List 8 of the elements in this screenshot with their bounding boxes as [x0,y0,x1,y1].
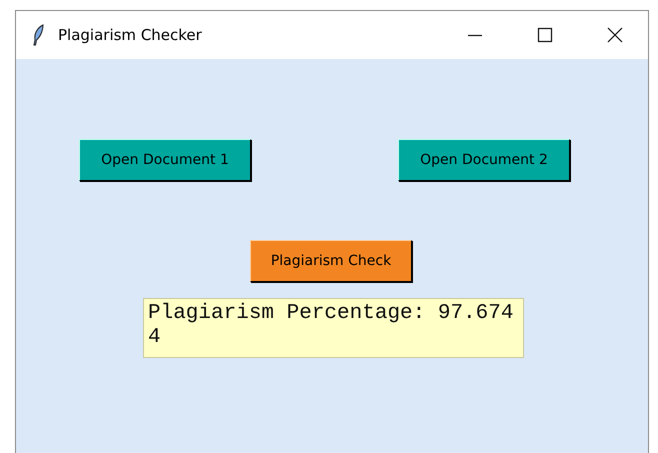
close-icon[interactable] [607,27,623,43]
maximize-icon[interactable] [537,27,553,43]
open-document-button[interactable]: Open Document 1 [79,139,251,181]
plagiarism-check-button[interactable]: Plagiarism Check [250,240,412,282]
feather-icon [32,24,44,46]
result-text: Plagiarism Percentage: 97.6744 [148,302,514,350]
open-document-button[interactable]: Open Document 2 [398,139,570,181]
window-title: Plagiarism Checker [58,26,202,44]
